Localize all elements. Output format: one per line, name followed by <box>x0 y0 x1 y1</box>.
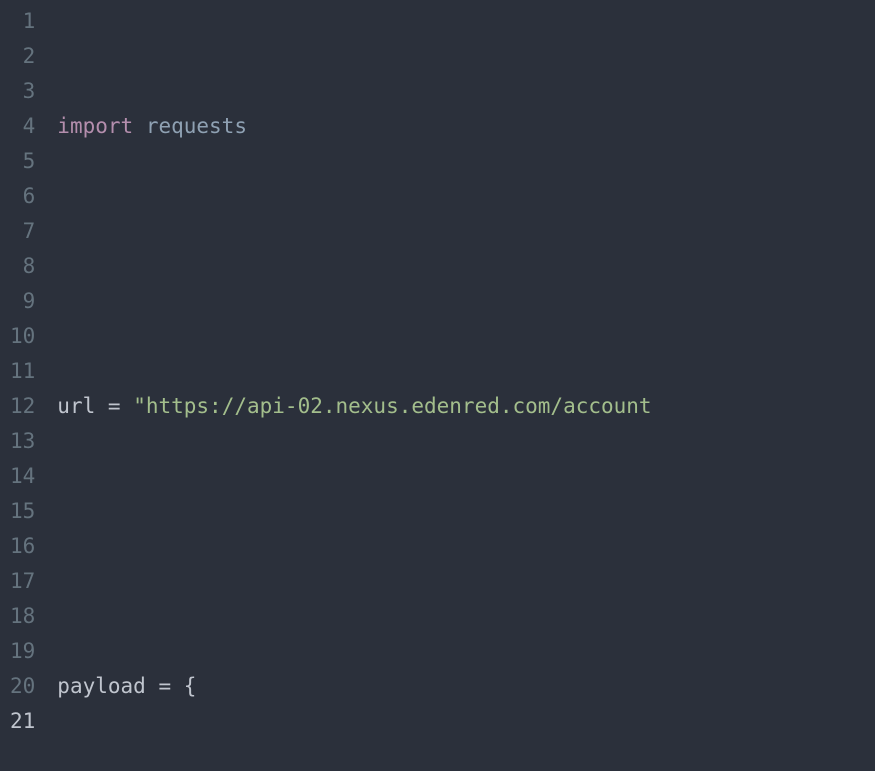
code-area[interactable]: import requests url = "https://api-02.ne… <box>49 0 875 771</box>
line-number: 12 <box>10 389 35 424</box>
code-line[interactable] <box>57 249 875 284</box>
variable: url <box>57 394 95 418</box>
line-number: 5 <box>10 144 35 179</box>
code-line[interactable] <box>57 529 875 564</box>
line-number: 15 <box>10 494 35 529</box>
line-number: 10 <box>10 319 35 354</box>
string-literal: "https://api-02.nexus.edenred.com/accoun… <box>133 394 651 418</box>
line-number: 2 <box>10 39 35 74</box>
operator: = <box>158 674 171 698</box>
code-line[interactable]: import requests <box>57 109 875 144</box>
code-line[interactable]: url = "https://api-02.nexus.edenred.com/… <box>57 389 875 424</box>
line-number: 8 <box>10 249 35 284</box>
line-number: 4 <box>10 109 35 144</box>
operator: = <box>108 394 121 418</box>
code-line[interactable]: payload = { <box>57 669 875 704</box>
line-number-active: 21 <box>10 704 35 739</box>
keyword: import <box>57 114 133 138</box>
variable: payload <box>57 674 146 698</box>
line-number: 6 <box>10 179 35 214</box>
line-number: 16 <box>10 529 35 564</box>
line-number: 13 <box>10 424 35 459</box>
line-number: 9 <box>10 284 35 319</box>
line-number: 7 <box>10 214 35 249</box>
brace: { <box>184 674 197 698</box>
line-number: 11 <box>10 354 35 389</box>
line-number: 20 <box>10 669 35 704</box>
line-number-gutter: 1 2 3 4 5 6 7 8 9 10 11 12 13 14 15 16 1… <box>0 0 49 771</box>
line-number: 14 <box>10 459 35 494</box>
line-number: 17 <box>10 564 35 599</box>
code-editor[interactable]: 1 2 3 4 5 6 7 8 9 10 11 12 13 14 15 16 1… <box>0 0 875 771</box>
line-number: 18 <box>10 599 35 634</box>
line-number: 1 <box>10 4 35 39</box>
module-name: requests <box>146 114 247 138</box>
line-number: 3 <box>10 74 35 109</box>
line-number: 19 <box>10 634 35 669</box>
